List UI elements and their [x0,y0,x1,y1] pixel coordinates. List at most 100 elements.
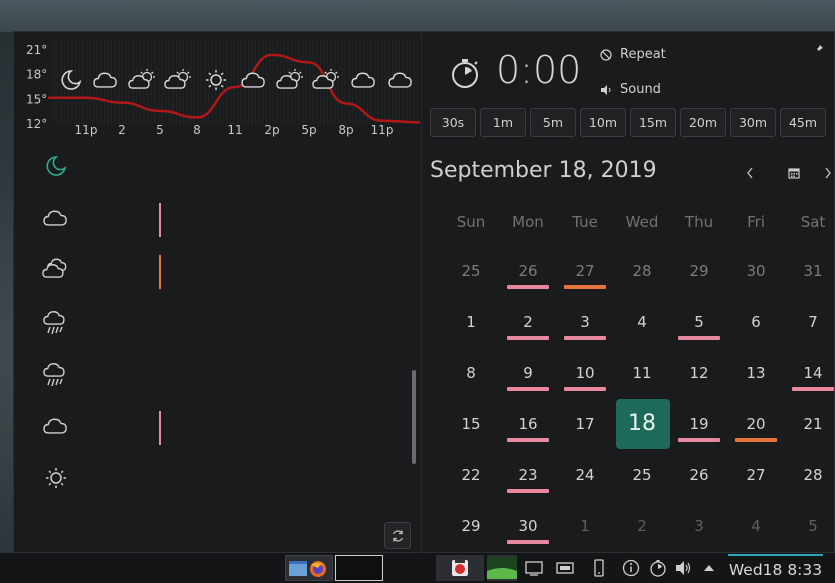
calendar-day[interactable]: 8 [443,348,499,398]
event-indicator [792,387,834,391]
calendar-day[interactable]: 16 [500,399,556,449]
event-indicator [507,489,549,493]
task-app[interactable] [436,555,484,581]
next-month-button[interactable] [818,163,835,183]
agenda-list [14,144,421,554]
x-tick-label: 11 [227,123,242,137]
agenda-scrollbar[interactable] [412,370,416,464]
app-icon [452,559,468,576]
calendar-day[interactable]: 20 [728,399,784,449]
event-indicator [564,387,606,391]
calendar-day[interactable]: 27 [557,246,613,296]
calendar-day[interactable]: 11 [614,348,670,398]
task-file-manager[interactable] [487,555,517,581]
expand-tray-icon[interactable] [700,559,718,577]
agenda-day[interactable] [14,254,404,306]
digital-clock[interactable]: Wed18 8:33 [728,554,823,583]
calendar-day-today[interactable]: 18 [614,399,670,449]
volume-icon[interactable] [674,559,692,577]
day-number: 31 [803,262,823,280]
calendar-day[interactable]: 29 [443,501,499,551]
timer-preset-button[interactable]: 45m [780,108,826,137]
agenda-day[interactable] [14,358,404,410]
calendar-day[interactable]: 24 [557,450,613,500]
day-number: 22 [461,466,481,484]
calendar-day[interactable]: 7 [785,297,835,347]
day-number: 7 [808,313,818,331]
calendar-day[interactable]: 30 [500,501,556,551]
agenda-day[interactable] [14,150,404,202]
agenda-day[interactable] [14,306,404,358]
sound-toggle[interactable]: Sound [600,82,661,97]
calendar-day[interactable]: 26 [671,450,727,500]
calendar-day[interactable]: 3 [557,297,613,347]
task-firefox-group[interactable] [285,555,333,581]
wallpaper-strip [0,0,835,32]
refresh-icon [392,529,403,542]
timer-tray-icon[interactable] [649,559,667,577]
day-number: 17 [575,415,595,433]
calendar-day[interactable]: 4 [728,501,784,551]
chevron-left-icon [747,167,753,179]
calendar-day[interactable]: 5 [671,297,727,347]
calendar-day[interactable]: 2 [500,297,556,347]
repeat-toggle[interactable]: Repeat [600,47,666,62]
day-number: 26 [689,466,709,484]
calendar-day[interactable]: 9 [500,348,556,398]
calendar-day[interactable]: 28 [785,450,835,500]
event-indicator [507,387,549,391]
display-config-icon[interactable] [556,559,574,577]
info-icon[interactable] [622,559,640,577]
calendar-day[interactable]: 4 [614,297,670,347]
previous-month-button[interactable] [740,163,760,183]
calendar-day[interactable]: 1 [557,501,613,551]
timer-preset-button[interactable]: 10m [580,108,626,137]
event-indicator [507,285,549,289]
calendar-day[interactable]: 23 [500,450,556,500]
agenda-panel: 21° 18° 15° 12° 11p 2 5 8 11 2p 5p 8p 11p [14,32,421,554]
calendar-day[interactable]: 12 [671,348,727,398]
timer-preset-button[interactable]: 30m [730,108,776,137]
calendar-day[interactable]: 21 [785,399,835,449]
calendar-day[interactable]: 27 [728,450,784,500]
calendar-day[interactable]: 19 [671,399,727,449]
calendar-day[interactable]: 2 [614,501,670,551]
calendar-day[interactable]: 17 [557,399,613,449]
calendar-day[interactable]: 29 [671,246,727,296]
agenda-day[interactable] [14,202,404,254]
screen-icon[interactable] [525,559,543,577]
agenda-day[interactable] [14,462,404,514]
calendar-day[interactable]: 22 [443,450,499,500]
timer-preset-button[interactable]: 20m [680,108,726,137]
calendar-day[interactable]: 10 [557,348,613,398]
timer-preset-button[interactable]: 5m [530,108,576,137]
calendar-day[interactable]: 13 [728,348,784,398]
stopwatch-icon[interactable] [448,56,482,90]
calendar-day[interactable]: 6 [728,297,784,347]
calendar-day[interactable]: 5 [785,501,835,551]
event-indicator [678,438,720,442]
refresh-button[interactable] [384,522,411,549]
calendar-day[interactable]: 31 [785,246,835,296]
calendar-day[interactable]: 3 [671,501,727,551]
phone-icon[interactable] [590,559,608,577]
event-indicator [507,438,549,442]
calendar-day[interactable]: 25 [614,450,670,500]
pin-icon[interactable] [814,44,824,54]
calendar-day[interactable]: 25 [443,246,499,296]
timer-preset-button[interactable]: 1m [480,108,526,137]
timer-display[interactable]: 0:00 [496,48,581,92]
agenda-day[interactable] [14,410,404,462]
calendar-day[interactable]: 28 [614,246,670,296]
task-window-active[interactable] [335,555,383,581]
calendar-day[interactable]: 1 [443,297,499,347]
timer-preset-button[interactable]: 30s [430,108,476,137]
x-tick-label: 5p [301,123,316,137]
timer-preset-button[interactable]: 15m [630,108,676,137]
calendar-day[interactable]: 15 [443,399,499,449]
calendar-day[interactable]: 14 [785,348,835,398]
calendar-day[interactable]: 30 [728,246,784,296]
jump-to-today-button[interactable] [784,163,804,183]
calendar-day[interactable]: 26 [500,246,556,296]
day-number: 25 [461,262,481,280]
